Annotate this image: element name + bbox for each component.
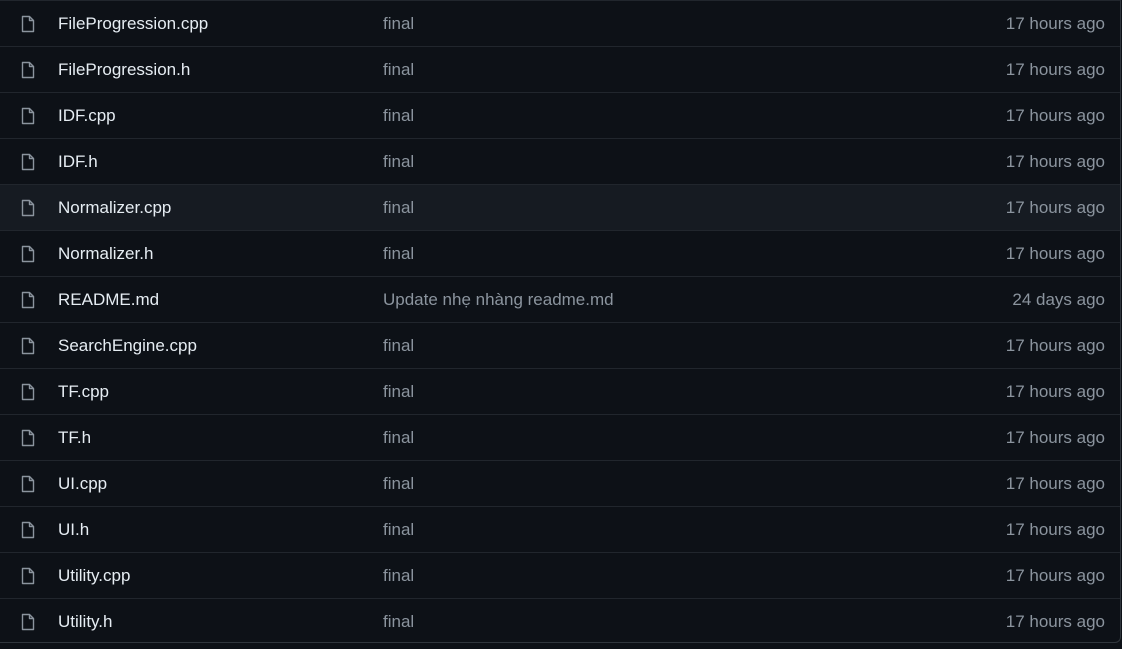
file-row[interactable]: IDF.h final 17 hours ago xyxy=(0,138,1120,184)
file-row[interactable]: FileProgression.h final 17 hours ago xyxy=(0,46,1120,92)
commit-message-link[interactable]: final xyxy=(383,152,414,172)
commit-age: 17 hours ago xyxy=(1005,151,1105,171)
file-row[interactable]: TF.cpp final 17 hours ago xyxy=(0,368,1120,414)
file-icon xyxy=(20,521,36,539)
file-row[interactable]: IDF.cpp final 17 hours ago xyxy=(0,92,1120,138)
file-icon xyxy=(20,291,36,309)
commit-message-link[interactable]: final xyxy=(383,244,414,264)
file-icon xyxy=(20,613,36,631)
commit-age: 17 hours ago xyxy=(1005,519,1105,539)
commit-age: 17 hours ago xyxy=(1005,13,1105,33)
file-row[interactable]: UI.h final 17 hours ago xyxy=(0,506,1120,552)
file-icon xyxy=(20,199,36,217)
commit-age: 17 hours ago xyxy=(1005,105,1105,125)
file-icon xyxy=(20,337,36,355)
file-row[interactable]: Normalizer.h final 17 hours ago xyxy=(0,230,1120,276)
commit-message-link[interactable]: final xyxy=(383,520,414,540)
file-name-link[interactable]: Normalizer.h xyxy=(58,244,153,264)
commit-age: 17 hours ago xyxy=(1005,381,1105,401)
file-name-link[interactable]: Utility.h xyxy=(58,612,112,632)
file-row[interactable]: TF.h final 17 hours ago xyxy=(0,414,1120,460)
file-name-link[interactable]: FileProgression.h xyxy=(58,60,190,80)
commit-message-link[interactable]: final xyxy=(383,474,414,494)
commit-message-link[interactable]: final xyxy=(383,198,414,218)
file-name-link[interactable]: UI.h xyxy=(58,520,89,540)
commit-age: 17 hours ago xyxy=(1005,243,1105,263)
commit-message-link[interactable]: final xyxy=(383,336,414,356)
commit-age: 17 hours ago xyxy=(1005,59,1105,79)
file-icon xyxy=(20,429,36,447)
commit-age: 17 hours ago xyxy=(1005,473,1105,493)
commit-age: 24 days ago xyxy=(1012,289,1105,309)
file-icon xyxy=(20,475,36,493)
file-row[interactable]: UI.cpp final 17 hours ago xyxy=(0,460,1120,506)
file-icon xyxy=(20,107,36,125)
file-name-link[interactable]: IDF.cpp xyxy=(58,106,116,126)
file-icon xyxy=(20,245,36,263)
file-name-link[interactable]: SearchEngine.cpp xyxy=(58,336,197,356)
file-name-link[interactable]: IDF.h xyxy=(58,152,98,172)
commit-message-link[interactable]: final xyxy=(383,428,414,448)
file-row[interactable]: SearchEngine.cpp final 17 hours ago xyxy=(0,322,1120,368)
commit-age: 17 hours ago xyxy=(1005,565,1105,585)
file-icon xyxy=(20,61,36,79)
file-name-link[interactable]: Utility.cpp xyxy=(58,566,130,586)
commit-message-link[interactable]: final xyxy=(383,60,414,80)
file-icon xyxy=(20,153,36,171)
commit-message-link[interactable]: final xyxy=(383,612,414,632)
file-name-link[interactable]: TF.h xyxy=(58,428,91,448)
file-name-link[interactable]: README.md xyxy=(58,290,159,310)
commit-message-link[interactable]: final xyxy=(383,106,414,126)
file-name-link[interactable]: FileProgression.cpp xyxy=(58,14,208,34)
commit-message-link[interactable]: final xyxy=(383,382,414,402)
file-name-link[interactable]: UI.cpp xyxy=(58,474,107,494)
file-icon xyxy=(20,383,36,401)
file-icon xyxy=(20,567,36,585)
commit-age: 17 hours ago xyxy=(1005,611,1105,631)
file-row[interactable]: FileProgression.cpp final 17 hours ago xyxy=(0,0,1120,46)
commit-message-link[interactable]: Update nhẹ nhàng readme.md xyxy=(383,290,614,310)
file-row[interactable]: Normalizer.cpp final 17 hours ago xyxy=(0,184,1120,230)
file-row[interactable]: Utility.h final 17 hours ago xyxy=(0,598,1120,642)
file-row[interactable]: Utility.cpp final 17 hours ago xyxy=(0,552,1120,598)
file-list: FileProgression.cpp final 17 hours ago F… xyxy=(0,0,1121,643)
commit-message-link[interactable]: final xyxy=(383,566,414,586)
file-name-link[interactable]: TF.cpp xyxy=(58,382,109,402)
file-row[interactable]: README.md Update nhẹ nhàng readme.md 24 … xyxy=(0,276,1120,322)
commit-age: 17 hours ago xyxy=(1005,335,1105,355)
commit-age: 17 hours ago xyxy=(1005,197,1105,217)
file-icon xyxy=(20,15,36,33)
file-name-link[interactable]: Normalizer.cpp xyxy=(58,198,171,218)
commit-age: 17 hours ago xyxy=(1005,427,1105,447)
commit-message-link[interactable]: final xyxy=(383,14,414,34)
